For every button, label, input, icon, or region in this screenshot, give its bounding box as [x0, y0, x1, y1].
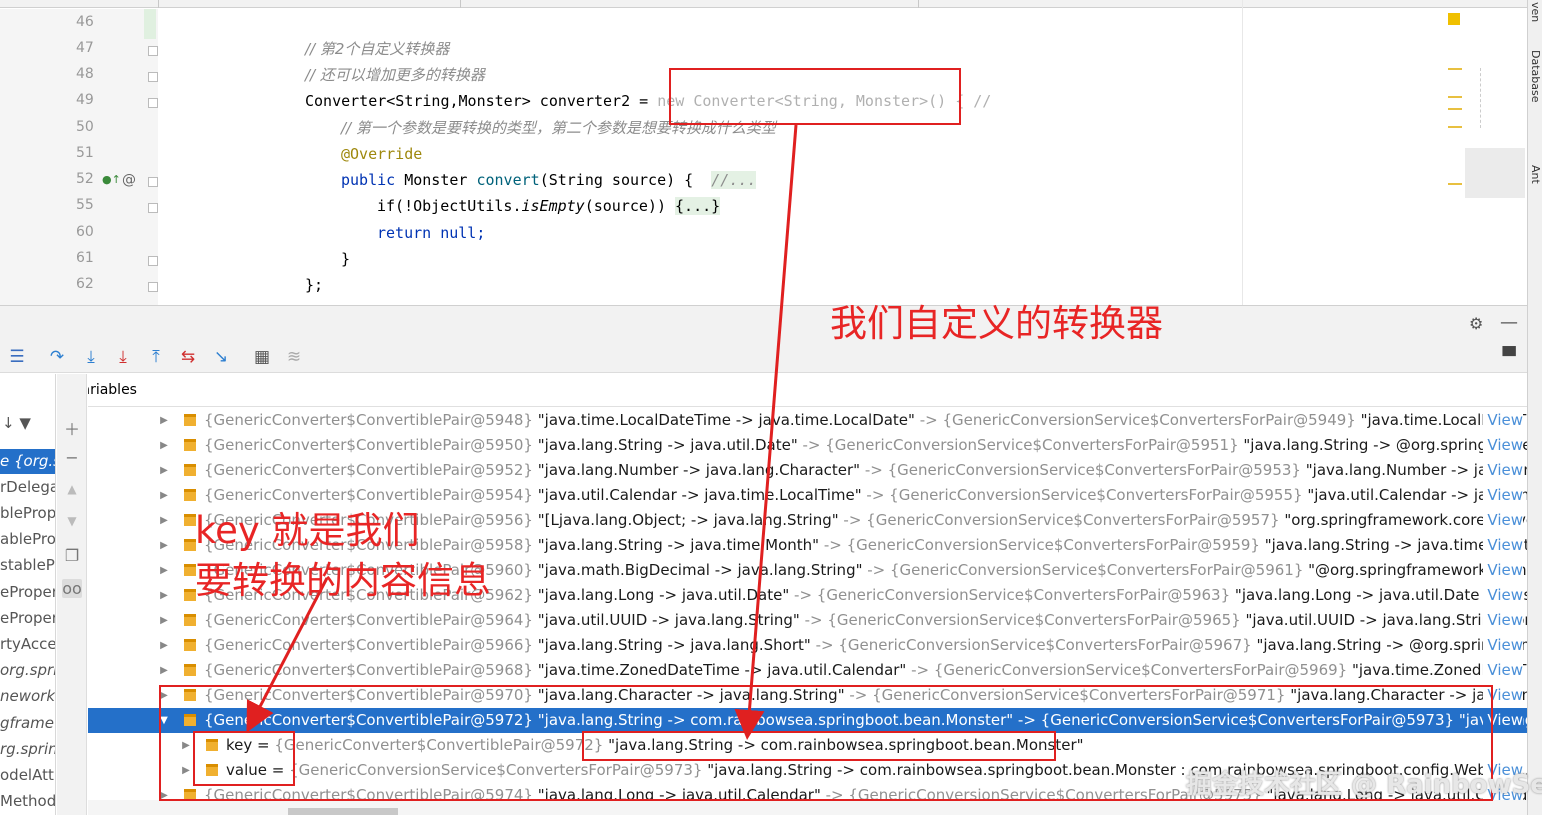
annotation-key-line2: 要转换的内容信息 — [195, 559, 491, 602]
ide-window: { "editor": { "lines": [ {"num":"46","co… — [0, 0, 1542, 815]
annotation-key-line1: key 就是我们 — [195, 509, 420, 552]
annotation-arrows — [246, 124, 798, 740]
arrow-to-key-string — [734, 124, 798, 740]
annotation-custom-converter: 我们自定义的转换器 — [830, 302, 1163, 345]
watermark: 掘金技术社区 @ RainbowSea — [1186, 770, 1542, 800]
